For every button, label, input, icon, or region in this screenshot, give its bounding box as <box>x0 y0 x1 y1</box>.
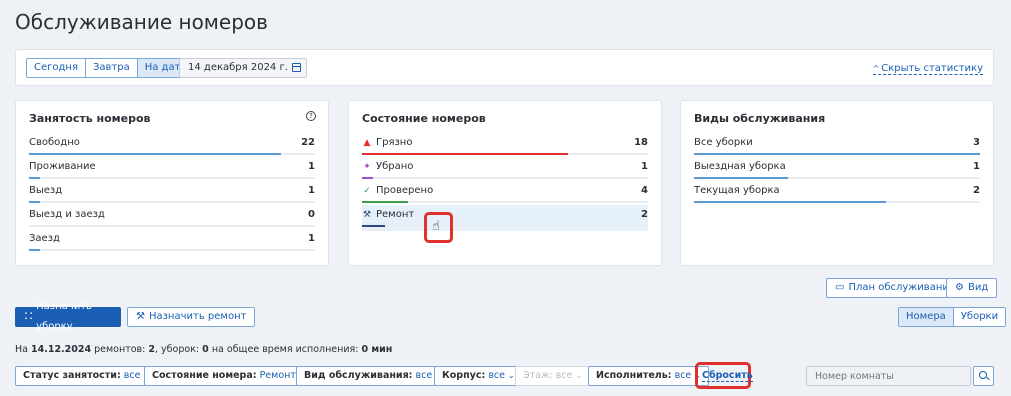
view-button[interactable]: ⚙ Вид <box>946 278 998 298</box>
tab-tomorrow[interactable]: Завтра <box>85 59 138 77</box>
room-state-row[interactable]: ✦ Убрано 1 <box>362 159 648 183</box>
gear-icon: ⚙ <box>955 282 964 293</box>
filter-building[interactable]: Корпус: все ⌄ <box>434 366 523 386</box>
service-types-card: Виды обслуживания Все уборки 3 Выездная … <box>680 100 994 266</box>
chevron-down-icon: ⌄ <box>575 371 583 380</box>
chevron-up-icon: ^ <box>872 64 880 73</box>
occupancy-row[interactable]: Проживание 1 <box>29 159 315 183</box>
calendar-icon[interactable] <box>292 63 301 72</box>
check-icon: ✓ <box>363 185 371 196</box>
occupancy-title: Занятость номеров <box>29 112 151 125</box>
filter-room-state[interactable]: Состояние номера: Ремонт⌄ <box>144 366 314 386</box>
page-title: Обслуживание номеров <box>15 10 268 34</box>
room-state-row[interactable]: ⚒ Ремонт 2 <box>362 205 648 231</box>
occupancy-row[interactable]: Свободно 22 <box>29 135 315 159</box>
service-type-row[interactable]: Текущая уборка 2 <box>694 183 980 207</box>
clipboard-icon: ▭ <box>835 282 845 293</box>
service-types-title: Виды обслуживания <box>694 112 826 125</box>
occupancy-card: Занятость номеров ? Свободно 22 Проживан… <box>15 100 329 266</box>
occupancy-row[interactable]: Выезд 1 <box>29 183 315 207</box>
dirty-icon: ▲ <box>363 137 371 148</box>
reset-link[interactable]: Сбросить <box>702 370 753 382</box>
service-type-row[interactable]: Все уборки 3 <box>694 135 980 159</box>
repair-icon: ⚒ <box>136 311 145 322</box>
occupancy-row[interactable]: Выезд и заезд 0 <box>29 207 315 231</box>
room-state-card: Состояние номеров ▲ Грязно 18 ✦ Убрано 1 ✓… <box>348 100 662 266</box>
broom-icon: ⛚ <box>25 311 33 322</box>
assign-cleaning-button[interactable]: ⛚ Назначить уборку <box>15 301 121 332</box>
chevron-down-icon: ⌄ <box>507 371 515 380</box>
hand-cursor-icon: ☝ <box>432 219 440 234</box>
date-tabs: Сегодня Завтра На дату <box>26 58 195 78</box>
toggle-rooms[interactable]: Номера <box>899 308 954 326</box>
filter-service-type[interactable]: Вид обслуживания: все⌄ <box>296 366 450 386</box>
filter-floor: Этаж: все ⌄ <box>515 366 591 386</box>
room-state-title: Состояние номеров <box>362 112 486 125</box>
filter-occupancy-status[interactable]: Статус занятости: все⌄ <box>15 366 159 386</box>
toggle-cleanings[interactable]: Уборки <box>953 308 1006 326</box>
room-number-search[interactable] <box>806 366 971 386</box>
date-value: 14 декабря 2024 г. <box>188 62 288 73</box>
maintenance-plan-button[interactable]: ▭ План обслуживания <box>826 278 964 298</box>
room-state-row[interactable]: ▲ Грязно 18 <box>362 135 648 159</box>
repair-icon: ⚒ <box>362 209 372 220</box>
room-state-row[interactable]: ✓ Проверено 4 <box>362 183 648 207</box>
date-filter-bar: Сегодня Завтра На дату 14 декабря 2024 г… <box>15 49 994 86</box>
search-icon[interactable] <box>973 366 994 386</box>
help-icon[interactable]: ? <box>306 111 316 121</box>
occupancy-row[interactable]: Заезд 1 <box>29 231 315 255</box>
filter-executor[interactable]: Исполнитель: все ⌄ <box>588 366 709 386</box>
assign-repair-button[interactable]: ⚒ Назначить ремонт <box>127 307 256 327</box>
date-field[interactable]: 14 декабря 2024 г. <box>179 58 307 78</box>
tab-today[interactable]: Сегодня <box>27 59 86 77</box>
service-type-row[interactable]: Выездная уборка 1 <box>694 159 980 183</box>
hide-stats-link[interactable]: ^ Скрыть статистику <box>872 63 983 75</box>
cleaned-icon: ✦ <box>363 161 371 172</box>
summary-info: На 14.12.2024 ремонтов: 2, уборок: 0 на … <box>15 344 393 355</box>
rooms-cleanings-toggle: Номера Уборки <box>898 307 1007 327</box>
